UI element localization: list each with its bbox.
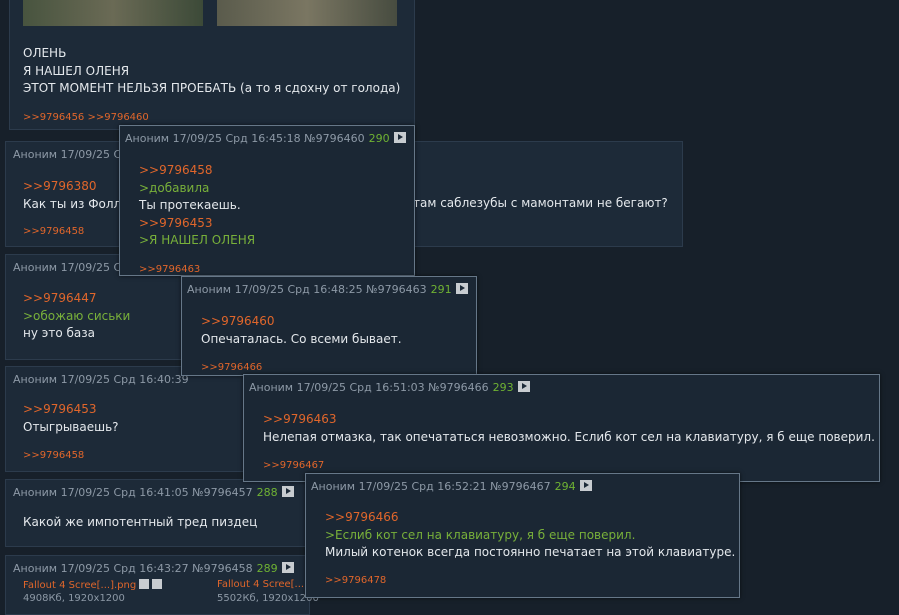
reply-link[interactable]: >>9796380 xyxy=(23,178,121,196)
popup-post-9796467: Аноним 17/09/25 Срд 16:52:21 №9796467 294… xyxy=(305,473,740,598)
post-text: Как ты из Фолл xyxy=(23,196,122,211)
post-number: 291 xyxy=(430,283,452,296)
post-line: ЭТОТ МОМЕНТ НЕЛЬЗЯ ПРОЕБАТЬ (а то я сдох… xyxy=(23,81,401,95)
post-line: Я НАШЕЛ ОЛЕНЯ xyxy=(23,63,130,78)
reply-link[interactable]: >>9796466 xyxy=(325,509,735,527)
post-header: Аноним 17/09/25 Срд 16:51:03 №9796466 293 xyxy=(249,381,530,394)
post-meta: Аноним 17/09/25 Срд 16:41:05 №9796457 xyxy=(13,486,253,499)
play-icon[interactable] xyxy=(517,381,530,392)
post-message: >>9796466 >Еслиб кот сел на клавиатуру, … xyxy=(325,509,735,562)
reply-link[interactable]: >>9796460 xyxy=(201,313,402,331)
reply-link[interactable]: >>9796463 xyxy=(263,411,875,429)
post-image-thumbnail[interactable] xyxy=(217,0,397,26)
post-text: Опечаталась. Со всеми бывает. xyxy=(201,331,402,346)
post-text-continued: там саблезубы с мамонтами не бегают? xyxy=(413,196,668,210)
post-replies[interactable]: >>9796456 >>9796460 xyxy=(23,112,149,123)
post-header: Аноним 17/09/25 Срд 16:40:39 xyxy=(13,373,189,386)
reply-link[interactable]: >>9796453 xyxy=(23,401,119,419)
play-icon[interactable] xyxy=(281,562,294,573)
popup-post-9796466: Аноним 17/09/25 Срд 16:51:03 №9796466 293… xyxy=(243,374,880,482)
post-number: 290 xyxy=(368,132,390,145)
post-number: 289 xyxy=(256,562,278,575)
search-icon[interactable] xyxy=(139,579,150,589)
post-number: 293 xyxy=(492,381,514,394)
post-replies[interactable]: >>9796467 xyxy=(263,460,324,471)
post-replies[interactable]: >>9796458 xyxy=(23,226,84,237)
post-9796453: Аноним 17/09/25 Срд 16:40:39 >>9796453 О… xyxy=(5,366,245,472)
post-line: ОЛЕНЬ xyxy=(23,46,67,60)
popup-post-9796460: Аноним 17/09/25 Срд 16:45:18 №9796460 290… xyxy=(119,125,415,276)
play-icon[interactable] xyxy=(393,132,406,143)
image-file-meta: 4908Кб, 1920x1200 xyxy=(23,593,125,604)
play-icon[interactable] xyxy=(579,480,592,491)
post-header: Аноним 17/09/25 Срд 16:52:21 №9796467 294 xyxy=(311,480,592,493)
reply-link[interactable]: >>9796453 xyxy=(139,215,255,233)
post-9796458: Аноним 17/09/25 Срд 16:43:27 №9796458 289… xyxy=(5,555,319,615)
post-text: Ты протекаешь. xyxy=(139,198,241,212)
post-meta: Аноним 17/09/25 Срд 16:48:25 №9796463 xyxy=(187,283,427,296)
post-9796457: Аноним 17/09/25 Срд 16:41:05 №9796457 288… xyxy=(5,479,310,547)
post-text: ну это база xyxy=(23,326,95,340)
reply-link[interactable]: >>9796447 xyxy=(23,290,130,308)
post-image-thumbnail[interactable] xyxy=(23,0,203,26)
play-icon[interactable] xyxy=(281,486,294,497)
image-file-link[interactable]: Fallout 4 Scree[...].png xyxy=(23,579,163,591)
post-message: >>9796458 >добавила Ты протекаешь. >>979… xyxy=(139,162,255,250)
post-replies[interactable]: >>9796463 xyxy=(139,264,200,275)
play-icon[interactable] xyxy=(455,283,468,294)
post-meta: Аноним 17/09/25 Срд 16:45:18 №9796460 xyxy=(125,132,365,145)
post-meta: Аноним 17/09/25 Срд 16:51:03 №9796466 xyxy=(249,381,489,394)
post-message: >>9796447 >обожаю сиськи ну это база xyxy=(23,290,130,343)
image-file-name[interactable]: Fallout 4 Scree[...].png xyxy=(23,580,136,591)
post-header: Аноним 17/09/25 Срд 16:41:05 №9796457 288 xyxy=(13,486,294,499)
post-message: >>9796460 Опечаталась. Со всеми бывает. xyxy=(201,313,402,348)
post-number: 288 xyxy=(256,486,278,499)
post-message: ОЛЕНЬ Я НАШЕЛ ОЛЕНЯ ЭТОТ МОМЕНТ НЕЛЬЗЯ П… xyxy=(23,45,400,98)
post-text: Какой же импотентный тред пиздец xyxy=(23,515,258,529)
greentext: >обожаю сиськи xyxy=(23,308,131,323)
reply-link[interactable]: >>9796458 xyxy=(139,162,255,180)
post-text: Отыгрываешь? xyxy=(23,419,119,434)
post-number: 294 xyxy=(554,480,576,493)
download-icon[interactable] xyxy=(152,579,163,589)
post-meta: Аноним 17/09/25 Срд 16:52:21 №9796467 xyxy=(311,480,551,493)
post-meta: Аноним 17/09/25 Срд 16:43:27 №9796458 xyxy=(13,562,253,575)
greentext: >Еслиб кот сел на клавиатуру, я б еще по… xyxy=(325,527,636,542)
post-replies[interactable]: >>9796478 xyxy=(325,575,386,586)
post-header: Аноним 17/09/25 Срд 16:43:27 №9796458 289 xyxy=(13,562,294,575)
post-message: >>9796453 Отыгрываешь? xyxy=(23,401,119,436)
post-message: >>9796463 Нелепая отмазка, так опечатать… xyxy=(263,411,875,446)
greentext: >Я НАШЕЛ ОЛЕНЯ xyxy=(139,233,256,247)
post-replies[interactable]: >>9796458 xyxy=(23,450,84,461)
post-text: Нелепая отмазка, так опечататься невозмо… xyxy=(263,429,875,444)
popup-post-9796463: Аноним 17/09/25 Срд 16:48:25 №9796463 291… xyxy=(181,276,477,376)
post-header: Аноним 17/09/25 Срд 16:45:18 №9796460 290 xyxy=(125,132,406,145)
post-message: >>9796380 Как ты из Фолл xyxy=(23,178,121,213)
image-file-link[interactable]: Fallout 4 Scree[... xyxy=(217,579,304,590)
post-replies[interactable]: >>9796466 xyxy=(201,362,262,373)
image-file-meta: 5502Кб, 1920x1200 xyxy=(217,593,319,604)
greentext: >добавила xyxy=(139,180,210,195)
post-op: ОЛЕНЬ Я НАШЕЛ ОЛЕНЯ ЭТОТ МОМЕНТ НЕЛЬЗЯ П… xyxy=(9,0,415,130)
post-header: Аноним 17/09/25 Срд 16:48:25 №9796463 291 xyxy=(187,283,468,296)
post-text: Милый котенок всегда постоянно печатает … xyxy=(325,545,736,559)
